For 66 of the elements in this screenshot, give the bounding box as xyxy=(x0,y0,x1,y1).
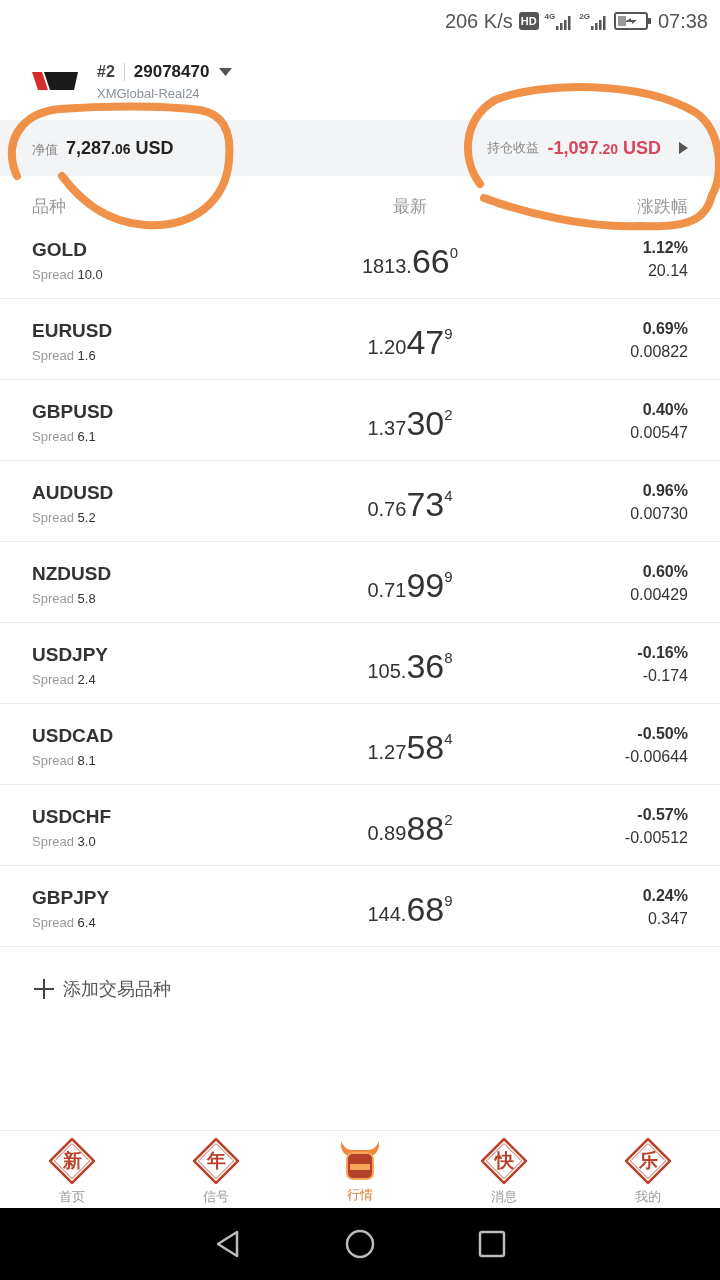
change-percent: 1.12% xyxy=(642,238,688,258)
network-type-label: 2G xyxy=(579,12,590,21)
change-value: 20.14 xyxy=(647,261,688,281)
spread-text: Spread 6.1 xyxy=(32,429,96,445)
account-index: #2 xyxy=(97,61,115,82)
symbol-name: EURUSD xyxy=(32,319,113,343)
network-speed: 206 K/s xyxy=(444,9,513,33)
change-percent: 0.40% xyxy=(642,400,688,420)
symbol-name: USDCHF xyxy=(32,805,112,829)
diamond-emblem: 快 xyxy=(481,1138,527,1184)
change-value: 0.00822 xyxy=(630,342,688,362)
symbol-name: AUDUSD xyxy=(32,481,114,505)
diamond-emblem: 新 xyxy=(49,1138,95,1184)
change-value: -0.00512 xyxy=(624,828,688,848)
tab[interactable]: 乐 我的 xyxy=(576,1131,720,1208)
hd-badge: HD xyxy=(518,12,539,30)
change-percent: 0.24% xyxy=(642,886,688,906)
battery-charging-icon xyxy=(613,12,652,30)
recent-apps-icon[interactable] xyxy=(476,1228,508,1260)
spread-text: Spread 6.4 xyxy=(32,915,96,931)
server-name: XMGlobal-Real24 xyxy=(97,85,201,102)
spread-text: Spread 5.2 xyxy=(32,510,96,526)
symbol-name: GOLD xyxy=(32,238,87,262)
account-number: 29078470 xyxy=(133,60,210,83)
change-value: 0.00429 xyxy=(630,585,688,605)
equity-value: 7,287.06 USD xyxy=(66,136,174,160)
spread-text: Spread 5.8 xyxy=(32,591,96,607)
symbol-name: NZDUSD xyxy=(32,562,112,586)
column-header: 最新 xyxy=(393,196,427,218)
tab[interactable]: 年 信号 xyxy=(144,1131,288,1208)
change-percent: -0.50% xyxy=(637,724,688,744)
tab[interactable]: 新 首页 xyxy=(0,1131,144,1208)
symbol-name: USDCAD xyxy=(32,724,114,748)
change-percent: 0.96% xyxy=(642,481,688,501)
change-percent: 0.60% xyxy=(642,562,688,582)
column-header: 品种 xyxy=(32,197,66,216)
change-percent: -0.16% xyxy=(637,643,688,663)
profit-value: -1,097.20 USD xyxy=(547,136,661,160)
change-value: 0.347 xyxy=(647,909,688,929)
spread-text: Spread 3.0 xyxy=(32,834,96,850)
symbol-name: GBPUSD xyxy=(32,400,114,424)
add-symbol-button[interactable]: 添加交易品种 xyxy=(34,977,171,1000)
change-value: -0.00644 xyxy=(624,747,688,767)
symbol-name: USDJPY xyxy=(32,643,109,667)
diamond-emblem: 年 xyxy=(193,1138,239,1184)
symbol-name: GBPJPY xyxy=(32,886,110,910)
tab[interactable]: 快 消息 xyxy=(432,1131,576,1208)
column-header: 涨跌幅 xyxy=(637,196,688,218)
spread-text: Spread 1.6 xyxy=(32,348,96,364)
caret-down-icon[interactable] xyxy=(219,67,233,76)
profit-label: 持仓收益 xyxy=(487,139,540,158)
clock-time: 07:38 xyxy=(657,9,708,33)
plus-icon xyxy=(34,978,54,999)
change-value: 0.00547 xyxy=(630,423,688,443)
spread-text: Spread 2.4 xyxy=(32,672,96,688)
network-type-label: 4G xyxy=(544,12,556,21)
home-icon[interactable] xyxy=(344,1228,376,1260)
spread-text: Spread 10.0 xyxy=(32,267,103,283)
diamond-emblem: 乐 xyxy=(625,1138,671,1184)
change-value: -0.174 xyxy=(642,666,688,686)
equity-label: 净值 xyxy=(32,140,58,159)
caret-right-icon[interactable] xyxy=(679,142,688,154)
change-percent: -0.57% xyxy=(637,805,688,825)
spread-text: Spread 8.1 xyxy=(32,753,96,769)
change-value: 0.00730 xyxy=(630,504,688,524)
change-percent: 0.69% xyxy=(642,319,688,339)
